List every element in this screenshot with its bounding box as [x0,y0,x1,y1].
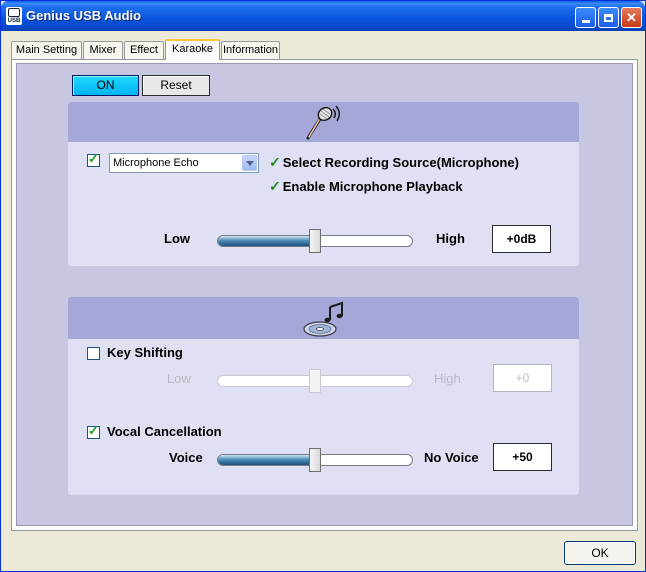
microphone-panel: ✓ Microphone Echo ✓ Select Recording Sour… [68,102,579,266]
usb-audio-app-icon: USB [6,7,22,25]
playback-note: ✓ Enable Microphone Playback [269,178,463,195]
app-icon-label: USB [7,18,21,24]
tab-effect[interactable]: Effect [124,41,164,59]
playback-note-text: Enable Microphone Playback [282,179,463,194]
title-bar[interactable]: USB Genius USB Audio ✕ [1,1,645,31]
karaoke-content-area: ON Reset ✓ Microphone Echo ✓ Select Reco… [16,63,633,526]
checkbox-check-icon: ✓ [88,423,99,438]
close-button[interactable]: ✕ [621,7,642,28]
vocal-cancellation-checkbox[interactable]: ✓ [87,423,100,439]
microphone-icon [306,105,340,140]
tab-main-setting[interactable]: Main Setting [11,41,82,59]
vocal-cancellation-value: +50 [493,443,552,471]
key-shifting-label: Key Shifting [107,345,183,360]
recording-source-note-text: Select Recording Source(Microphone) [282,155,519,170]
green-check-icon: ✓ [269,178,281,194]
microphone-panel-header [68,102,579,142]
tab-information[interactable]: Information [221,41,280,59]
slider-fill [218,236,310,246]
music-cd-icon [302,301,343,337]
reset-button[interactable]: Reset [142,75,210,96]
chevron-down-icon[interactable] [242,155,257,171]
minimize-icon [576,8,595,27]
maximize-button[interactable] [598,7,619,28]
key-shift-low-label: Low [167,371,191,386]
microphone-effect-dropdown[interactable]: Microphone Echo [109,153,259,173]
microphone-enable-checkbox[interactable]: ✓ [87,151,100,167]
key-shift-value: +0 [493,364,552,392]
slider-thumb[interactable] [309,448,321,472]
green-check-icon: ✓ [269,154,281,170]
slider-thumb[interactable] [309,369,321,393]
app-window: USB Genius USB Audio ✕ Main Setting Mixe… [0,0,646,572]
slider-fill [218,455,310,465]
ok-button[interactable]: OK [564,541,636,565]
vocal-cancellation-slider[interactable] [217,448,413,472]
maximize-icon [599,8,618,27]
key-shifting-slider[interactable] [217,369,413,393]
key-shifting-checkbox[interactable] [87,347,100,360]
window-title: Genius USB Audio [26,8,142,23]
vocal-slider-high-label: No Voice [424,450,479,465]
mic-slider-high-label: High [436,231,465,246]
on-button[interactable]: ON [72,75,139,96]
microphone-level-value: +0dB [492,225,551,253]
tab-mixer[interactable]: Mixer [83,41,123,59]
microphone-effect-value: Microphone Echo [113,157,199,169]
music-panel: Key Shifting Low High +0 ✓ Vocal Cancell… [68,297,579,495]
checkbox-check-icon: ✓ [88,151,99,166]
vocal-slider-low-label: Voice [169,450,203,465]
slider-thumb[interactable] [309,229,321,253]
genius-logo-icon [8,8,20,17]
vocal-cancellation-label: Vocal Cancellation [107,424,222,439]
key-shift-high-label: High [434,371,461,386]
minimize-button[interactable] [575,7,596,28]
karaoke-tab-page: ON Reset ✓ Microphone Echo ✓ Select Reco… [11,59,638,531]
microphone-volume-slider[interactable] [217,229,413,253]
music-panel-header [68,297,579,339]
close-icon: ✕ [626,9,637,25]
recording-source-note: ✓ Select Recording Source(Microphone) [269,154,519,171]
mic-slider-low-label: Low [164,231,190,246]
tab-karaoke[interactable]: Karaoke [165,39,220,60]
